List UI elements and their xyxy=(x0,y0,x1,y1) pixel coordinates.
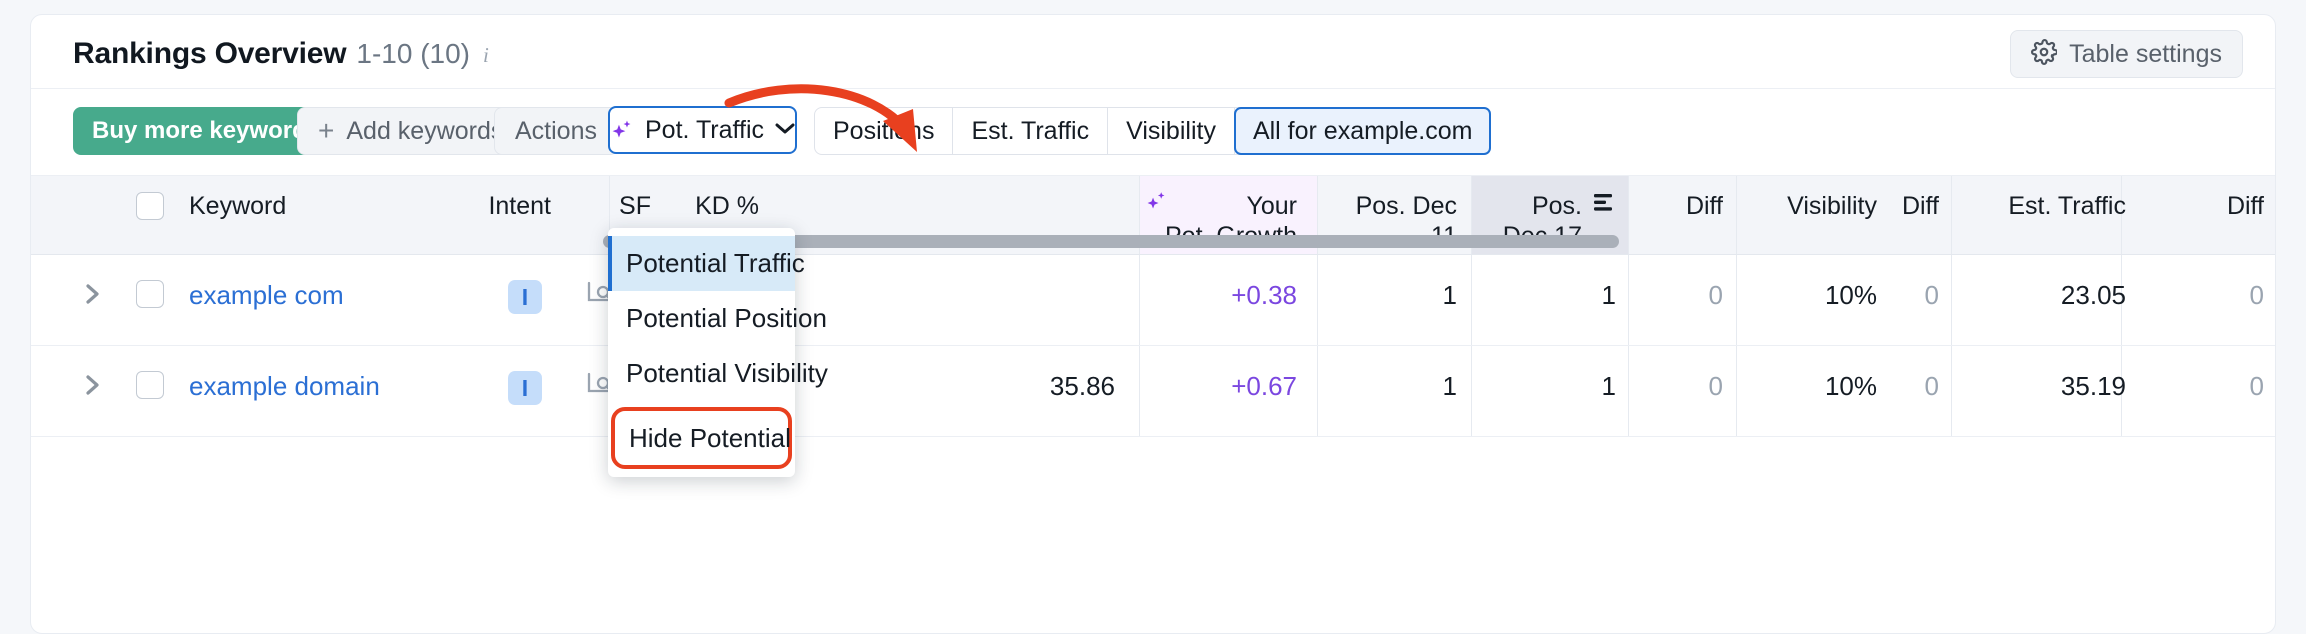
info-icon[interactable]: i xyxy=(483,43,489,68)
cell-diff-est-traffic: 0 xyxy=(2249,280,2264,310)
cell-keyword[interactable]: example com xyxy=(189,255,449,345)
table-header-row: Keyword Intent SF KD % Your Pot. G xyxy=(31,175,2275,255)
table-settings-label: Table settings xyxy=(2069,39,2222,68)
rankings-overview-card: Rankings Overview 1-10 (10) i Table sett… xyxy=(30,14,2276,634)
dropdown-item-potential-visibility[interactable]: Potential Visibility xyxy=(608,346,828,401)
dropdown-item-potential-traffic[interactable]: Potential Traffic xyxy=(608,236,805,291)
buy-more-keywords-label: Buy more keywords xyxy=(92,117,321,144)
header-est-traffic[interactable]: Est. Traffic xyxy=(1961,176,2126,254)
header-visibility[interactable]: Visibility xyxy=(1747,176,1877,254)
gear-icon xyxy=(2031,38,2059,70)
page-title: Rankings Overview 1-10 (10) i xyxy=(73,37,489,71)
row-expand-toggle[interactable] xyxy=(73,346,113,436)
title-count: 1-10 (10) xyxy=(356,38,471,69)
pot-traffic-dropdown-button[interactable]: Pot. Traffic xyxy=(608,106,797,154)
cell-visibility: 10% xyxy=(1824,280,1877,310)
cell-diff-visibility: 0 xyxy=(1924,371,1939,401)
card-header: Rankings Overview 1-10 (10) i Table sett… xyxy=(31,15,2275,89)
cell-diff-est-traffic: 0 xyxy=(2249,371,2264,401)
title-text: Rankings Overview xyxy=(73,37,347,70)
cell-intent: I xyxy=(499,346,551,436)
header-diff-est-traffic[interactable]: Diff xyxy=(2136,176,2264,254)
actions-label: Actions xyxy=(515,116,597,145)
table-row: example domain I 35.86 +0.67 1 1 0 10% 0… xyxy=(31,346,2275,437)
cell-pot-traffic: 35.86 xyxy=(1049,371,1115,401)
header-growth-line1: Your xyxy=(1246,192,1297,220)
select-all-checkbox[interactable] xyxy=(136,192,164,220)
header-diff-position[interactable]: Diff xyxy=(1641,176,1723,254)
pot-traffic-dropdown-menu: Potential Traffic Potential Position Pot… xyxy=(608,228,828,477)
row-checkbox-cell xyxy=(127,346,173,436)
intent-badge: I xyxy=(508,280,542,314)
header-intent[interactable]: Intent xyxy=(411,176,551,254)
chevron-right-icon xyxy=(84,280,102,313)
sparkle-icon xyxy=(609,117,635,143)
tab-est-traffic-label: Est. Traffic xyxy=(971,116,1090,145)
cell-keyword[interactable]: example domain xyxy=(189,346,489,436)
table-settings-button[interactable]: Table settings xyxy=(2010,30,2243,78)
tab-positions[interactable]: Positions xyxy=(815,108,954,154)
view-tabs: Positions Est. Traffic Visibility All fo… xyxy=(814,107,1492,155)
cell-your-pot-growth: +0.38 xyxy=(1231,280,1297,310)
dropdown-item-potential-position[interactable]: Potential Position xyxy=(608,291,827,346)
rankings-table: Keyword Intent SF KD % Your Pot. G xyxy=(31,175,2275,437)
cell-est-traffic: 23.05 xyxy=(2060,280,2126,310)
toolbar: Buy more keywords + Add keywords Actions… xyxy=(31,89,2275,175)
cell-diff-position: 0 xyxy=(1708,371,1723,401)
cell-diff-position: 0 xyxy=(1708,280,1723,310)
chevron-down-icon xyxy=(774,119,796,141)
pot-traffic-label: Pot. Traffic xyxy=(644,115,765,144)
cell-pos-dec17: 1 xyxy=(1601,280,1616,310)
cell-your-pot-growth: +0.67 xyxy=(1231,371,1297,401)
cell-pos-dec11: 1 xyxy=(1442,280,1457,310)
cell-pot-traffic xyxy=(911,255,1131,345)
cell-est-traffic: 35.19 xyxy=(2060,371,2126,401)
add-keywords-button[interactable]: + Add keywords xyxy=(297,107,525,155)
row-checkbox[interactable] xyxy=(136,371,164,399)
select-all-checkbox-cell xyxy=(127,176,173,254)
cell-diff-visibility: 0 xyxy=(1924,280,1939,310)
sort-descending-icon[interactable] xyxy=(1590,192,1616,212)
actions-button[interactable]: Actions xyxy=(494,107,618,155)
tab-all-for-domain[interactable]: All for example.com xyxy=(1233,107,1492,155)
row-expand-toggle[interactable] xyxy=(73,255,113,345)
tab-visibility-label: Visibility xyxy=(1126,116,1216,145)
cell-pos-dec11: 1 xyxy=(1442,371,1457,401)
cell-visibility: 10% xyxy=(1824,371,1877,401)
header-diff-visibility[interactable]: Diff xyxy=(1887,176,1939,254)
plus-icon: + xyxy=(318,115,335,146)
row-checkbox[interactable] xyxy=(136,280,164,308)
tab-visibility[interactable]: Visibility xyxy=(1108,108,1235,154)
table-row: example com I 4 xyxy=(31,255,2275,346)
chevron-right-icon xyxy=(84,371,102,404)
dropdown-item-hide-potential[interactable]: Hide Potential xyxy=(611,407,792,469)
tab-est-traffic[interactable]: Est. Traffic xyxy=(953,108,1109,154)
cell-intent: I xyxy=(499,255,551,345)
row-checkbox-cell xyxy=(127,255,173,345)
add-keywords-label: Add keywords xyxy=(346,116,504,145)
page-root: Rankings Overview 1-10 (10) i Table sett… xyxy=(0,0,2306,634)
tab-all-for-domain-label: All for example.com xyxy=(1252,116,1473,145)
tab-positions-label: Positions xyxy=(833,116,935,145)
intent-badge: I xyxy=(508,371,542,405)
cell-pos-dec17: 1 xyxy=(1601,371,1616,401)
header-keyword[interactable]: Keyword xyxy=(189,176,429,254)
